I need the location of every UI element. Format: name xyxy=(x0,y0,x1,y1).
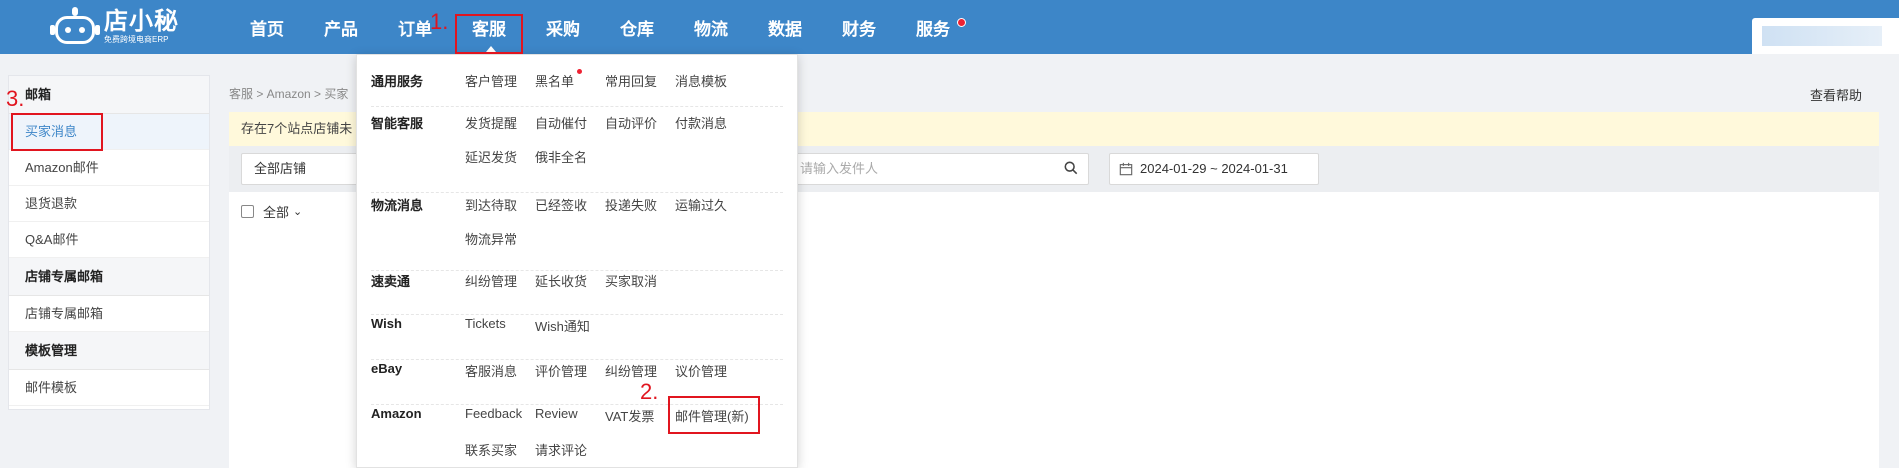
select-all-checkbox[interactable] xyxy=(241,205,254,218)
sidebar-item-mail-templates[interactable]: 邮件模板 xyxy=(9,370,209,406)
sidebar-group-store-mailbox: 店铺专属邮箱 xyxy=(9,258,209,296)
date-range-value: 2024-01-29 ~ 2024-01-31 xyxy=(1140,161,1288,176)
date-range-picker[interactable]: 2024-01-29 ~ 2024-01-31 xyxy=(1109,153,1319,185)
search-placeholder: 请输入发件人 xyxy=(800,161,879,176)
annotation-box-customer-service xyxy=(455,14,523,54)
menu-amazon-contact-buyer[interactable]: 联系买家 xyxy=(465,440,517,459)
menu-ebay-messages[interactable]: 客服消息 xyxy=(465,361,517,380)
store-select[interactable]: 全部店铺 xyxy=(241,153,371,185)
menu-ebay-offer-management[interactable]: 议价管理 xyxy=(675,361,727,380)
menu-ebay-dispute-management[interactable]: 纠纷管理 xyxy=(605,361,657,380)
annotation-box-buyer-messages xyxy=(11,113,103,151)
menu-logistics-exception[interactable]: 物流异常 xyxy=(465,229,517,248)
menu-ebay-feedback-management[interactable]: 评价管理 xyxy=(535,361,587,380)
menu-message-templates[interactable]: 消息模板 xyxy=(675,71,727,90)
logo-subtitle: 免费跨境电商ERP xyxy=(104,35,169,44)
dropdown-section-title: eBay xyxy=(371,361,403,376)
sidebar-group-mailbox: 邮箱 xyxy=(9,76,209,114)
dropdown-section-aliexpress: 速卖通 纠纷管理 延长收货 买家取消 xyxy=(371,271,783,315)
dropdown-section-logistics: 物流消息 到达待取 已经签收 投递失败 运输过久 物流异常 xyxy=(371,195,783,271)
menu-customer-management[interactable]: 客户管理 xyxy=(465,71,517,90)
annotation-step-3: 3. xyxy=(6,86,25,111)
help-link[interactable]: 查看帮助 xyxy=(1810,85,1862,104)
annotation-step-1: 1. xyxy=(430,9,449,34)
annotation-step-2: 2. xyxy=(640,379,659,404)
menu-common-replies[interactable]: 常用回复 xyxy=(605,71,657,90)
select-all-label: 全部 xyxy=(263,205,290,220)
dropdown-section-title: 通用服务 xyxy=(371,74,424,89)
calendar-icon xyxy=(1119,162,1133,176)
dropdown-section-general: 通用服务 客户管理 黑名单 常用回复 消息模板 xyxy=(371,69,783,107)
menu-delayed-shipping[interactable]: 延迟发货 xyxy=(465,147,517,166)
nav-services[interactable]: 服务 xyxy=(896,0,970,54)
chevron-down-icon[interactable]: ⌄ xyxy=(293,205,302,218)
menu-extend-receipt[interactable]: 延长收货 xyxy=(535,271,587,290)
menu-dispute-management[interactable]: 纠纷管理 xyxy=(465,271,517,290)
user-account-box[interactable] xyxy=(1752,18,1899,54)
dropdown-section-wish: Wish Tickets Wish通知 xyxy=(371,316,783,360)
menu-amazon-feedback[interactable]: Feedback xyxy=(465,406,522,421)
new-badge-dot xyxy=(577,69,582,74)
menu-auto-review[interactable]: 自动评价 xyxy=(605,113,657,132)
menu-delivered[interactable]: 已经签收 xyxy=(535,195,587,214)
menu-awaiting-pickup[interactable]: 到达待取 xyxy=(465,195,517,214)
robot-logo-icon xyxy=(50,7,100,47)
main-nav: 首页 产品 订单 客服 采购 仓库 物流 数据 财务 服务 xyxy=(230,0,970,54)
nav-home[interactable]: 首页 xyxy=(230,0,304,54)
logo-name: 店小秘 xyxy=(104,8,179,35)
annotation-box-mail-management xyxy=(668,396,760,434)
sidebar-item-amazon-mail[interactable]: Amazon邮件 xyxy=(9,150,209,186)
menu-blacklist[interactable]: 黑名单 xyxy=(535,71,574,90)
menu-wish-notifications[interactable]: Wish通知 xyxy=(535,316,590,335)
nav-products[interactable]: 产品 xyxy=(304,0,378,54)
nav-data[interactable]: 数据 xyxy=(748,0,822,54)
menu-amazon-vat-invoice[interactable]: VAT发票 xyxy=(605,406,654,425)
nav-warehouse[interactable]: 仓库 xyxy=(600,0,674,54)
sidebar-group-templates: 模板管理 xyxy=(9,332,209,370)
notification-dot xyxy=(957,18,966,27)
dropdown-section-title: 智能客服 xyxy=(371,116,424,131)
dropdown-section-smart-service: 智能客服 发货提醒 自动催付 自动评价 付款消息 延迟发货 俄非全名 xyxy=(371,113,783,193)
menu-russian-fullname[interactable]: 俄非全名 xyxy=(535,147,587,166)
menu-auto-payment-reminder[interactable]: 自动催付 xyxy=(535,113,587,132)
dropdown-section-title: Wish xyxy=(371,316,402,331)
menu-amazon-review[interactable]: Review xyxy=(535,406,578,421)
menu-shipping-reminder[interactable]: 发货提醒 xyxy=(465,113,517,132)
dropdown-section-title: Amazon xyxy=(371,406,422,421)
nav-logistics[interactable]: 物流 xyxy=(674,0,748,54)
menu-delivery-failed[interactable]: 投递失败 xyxy=(605,195,657,214)
menu-wish-tickets[interactable]: Tickets xyxy=(465,316,506,331)
dropdown-section-title: 物流消息 xyxy=(371,198,424,213)
nav-purchasing[interactable]: 采购 xyxy=(526,0,600,54)
breadcrumb: 客服 > Amazon > 买家 xyxy=(229,87,349,101)
sender-search-input[interactable]: 请输入发件人 xyxy=(789,153,1089,185)
sidebar-item-qa-mail[interactable]: Q&A邮件 xyxy=(9,222,209,258)
logo[interactable]: 店小秘 免费跨境电商ERP xyxy=(50,2,192,52)
sidebar-item-store-mailbox[interactable]: 店铺专属邮箱 xyxy=(9,296,209,332)
select-all-control[interactable]: 全部 ⌄ xyxy=(241,202,302,221)
menu-amazon-request-review[interactable]: 请求评论 xyxy=(535,440,587,459)
nav-finance[interactable]: 财务 xyxy=(822,0,896,54)
sidebar-item-returns-refunds[interactable]: 退货退款 xyxy=(9,186,209,222)
menu-transit-too-long[interactable]: 运输过久 xyxy=(675,195,727,214)
top-nav-bar: 店小秘 免费跨境电商ERP 首页 产品 订单 客服 采购 仓库 物流 数据 财务… xyxy=(0,0,1899,54)
menu-payment-message[interactable]: 付款消息 xyxy=(675,113,727,132)
menu-buyer-cancel[interactable]: 买家取消 xyxy=(605,271,657,290)
dropdown-section-title: 速卖通 xyxy=(371,274,411,289)
search-icon[interactable] xyxy=(1064,161,1078,175)
